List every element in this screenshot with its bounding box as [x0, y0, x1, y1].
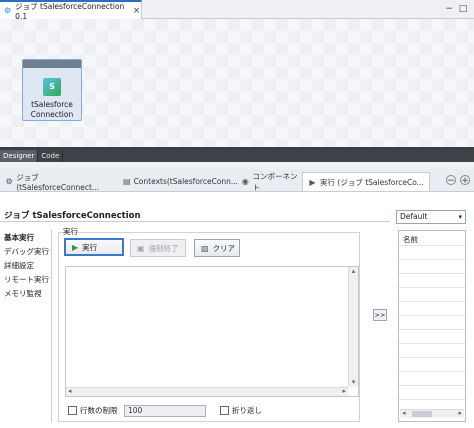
designer-canvas[interactable]: S tSalesforce Connection	[0, 19, 474, 147]
console-vertical-scrollbar[interactable]: ▴ ▾	[348, 267, 358, 387]
context-select-value: Default	[400, 212, 428, 221]
table-row	[399, 245, 465, 246]
editor-tab-job[interactable]: ⚙ ジョブ tSalesforceConnection 0.1 ×	[0, 0, 142, 21]
limit-lines-checkbox[interactable]	[68, 406, 77, 415]
context-select[interactable]: Default ▾	[396, 210, 466, 224]
tab-label: Contexts(tSalesforceConn...	[133, 177, 239, 186]
designer-code-tabs: Designer Code	[0, 150, 474, 162]
menu-item-debug-run[interactable]: デバッグ実行	[4, 246, 49, 257]
page-title: ジョブ tSalesforceConnection	[4, 211, 141, 221]
job-icon: ⚙	[5, 177, 13, 186]
scroll-left-icon[interactable]: ◂	[68, 387, 72, 395]
component-label: tSalesforce Connection	[30, 100, 74, 119]
play-icon: ▶	[72, 242, 79, 252]
view-tab-bar: ⚙ ジョブ(tSalesforceConnect... ▤ Contexts(t…	[0, 169, 474, 192]
limit-lines-input[interactable]: 100	[124, 405, 206, 417]
divider	[0, 162, 474, 169]
table-row	[399, 343, 465, 344]
clear-icon: ▧	[201, 243, 209, 253]
table-row	[399, 273, 465, 274]
table-row	[399, 287, 465, 288]
salesforce-icon: S	[43, 78, 61, 96]
scroll-left-icon[interactable]: ◂	[402, 409, 406, 417]
table-row	[399, 371, 465, 372]
kill-button[interactable]: ▣ 強制終了	[130, 239, 186, 257]
job-icon: ⚙	[4, 6, 12, 15]
scroll-down-icon[interactable]: ▾	[349, 378, 358, 387]
run-button-label: 実行	[82, 242, 98, 252]
chevron-down-icon: ▾	[458, 213, 462, 221]
console-horizontal-scrollbar[interactable]: ◂ ▸	[66, 387, 348, 396]
close-icon[interactable]: ×	[132, 6, 141, 16]
menu-item-basic-run[interactable]: 基本実行	[4, 232, 34, 243]
scroll-right-icon[interactable]: ▸	[458, 409, 462, 417]
run-icon: ▶	[309, 177, 316, 187]
table-row	[399, 329, 465, 330]
kill-button-label: 強制終了	[148, 243, 179, 253]
table-row	[399, 315, 465, 316]
component-icon: ◉	[241, 177, 249, 186]
context-column-header: 名前	[403, 235, 418, 244]
tab-component[interactable]: ◉ コンポーネント	[236, 171, 302, 192]
tab-label: 実行 (ジョブ tSalesforceCo...	[320, 177, 424, 187]
console-output[interactable]	[65, 266, 359, 397]
clear-button-label: クリア	[212, 243, 236, 253]
tab-contexts[interactable]: ▤ Contexts(tSalesforceConn...	[118, 172, 238, 191]
table-row	[399, 399, 465, 400]
table-row	[399, 357, 465, 358]
move-right-button[interactable]: >>	[373, 309, 387, 321]
stop-icon: ▣	[137, 243, 145, 253]
table-row	[399, 385, 465, 386]
maximize-view-icon[interactable]: +	[460, 175, 470, 186]
menu-item-advanced-settings[interactable]: 詳細設定	[4, 260, 34, 271]
menu-item-memory-monitor[interactable]: メモリ監視	[4, 288, 42, 299]
execution-group-label: 実行	[63, 227, 78, 236]
component-header-bar	[23, 60, 81, 68]
context-horizontal-scrollbar[interactable]: ◂ ▸	[400, 409, 464, 418]
clear-button[interactable]: ▧ クリア	[194, 239, 240, 257]
run-mode-menu: 基本実行 デバッグ実行 詳細設定 リモート実行 メモリ監視	[0, 230, 52, 422]
table-row	[399, 259, 465, 260]
tab-code[interactable]: Code	[38, 150, 64, 162]
minimize-view-icon[interactable]: −	[446, 175, 456, 186]
run-button[interactable]: ▶ 実行	[64, 238, 124, 256]
divider	[0, 221, 390, 222]
minimize-icon[interactable]: −	[444, 4, 454, 14]
table-row	[399, 301, 465, 302]
scroll-thumb[interactable]	[412, 411, 432, 417]
limit-lines-label: 行数の制限	[80, 406, 118, 415]
tab-run[interactable]: ▶ 実行 (ジョブ tSalesforceCo...	[302, 172, 430, 191]
context-table[interactable]: 名前 ◂ ▸	[398, 230, 466, 422]
tab-designer[interactable]: Designer	[0, 150, 39, 162]
maximize-icon[interactable]: □	[458, 4, 468, 14]
contexts-icon: ▤	[123, 177, 131, 186]
menu-item-remote-run[interactable]: リモート実行	[4, 274, 49, 285]
tab-label: ジョブ(tSalesforceConnect...	[16, 172, 100, 192]
scroll-up-icon[interactable]: ▴	[349, 267, 358, 276]
editor-tab-title: ジョブ tSalesforceConnection 0.1	[15, 1, 125, 21]
editor-tab-bar: ⚙ ジョブ tSalesforceConnection 0.1 × − □	[0, 0, 474, 21]
wrap-label: 折り返し	[232, 406, 262, 415]
tab-job[interactable]: ⚙ ジョブ(tSalesforceConnect...	[0, 172, 112, 192]
component-tsalesforceconnection[interactable]: S tSalesforce Connection	[22, 59, 82, 121]
tab-label: コンポーネント	[252, 171, 298, 192]
scroll-right-icon[interactable]: ▸	[342, 387, 346, 395]
wrap-checkbox[interactable]	[220, 406, 229, 415]
